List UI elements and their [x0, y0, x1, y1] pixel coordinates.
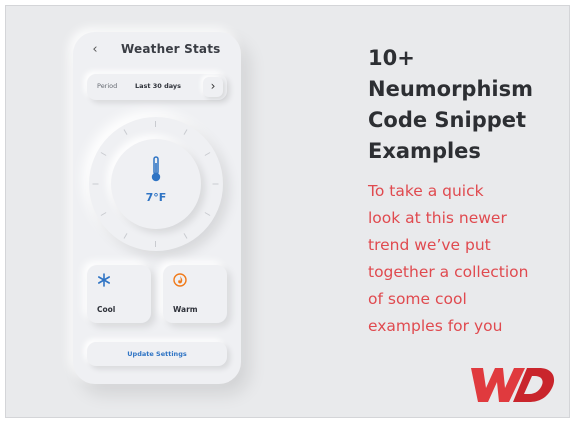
article-description: To take a quick look at this newer trend… [368, 178, 563, 340]
headline-line: Neumorphism [368, 77, 533, 101]
mode-cool-label: Cool [97, 305, 116, 314]
chevron-left-icon[interactable]: ‹ [87, 42, 103, 58]
headline-line: Examples [368, 139, 481, 163]
temperature-dial[interactable]: 7°F [89, 117, 223, 251]
mode-warm-label: Warm [173, 305, 198, 314]
description-line: trend we’ve put [368, 236, 491, 254]
period-selector[interactable]: Period Last 30 days › [87, 74, 227, 100]
description-line: look at this newer [368, 209, 507, 227]
headline-line: Code Snippet [368, 108, 527, 132]
thermometer-icon [151, 156, 161, 182]
temperature-value: 7°F [145, 191, 167, 204]
dial-tick [183, 129, 188, 135]
chevron-right-icon[interactable]: › [203, 77, 223, 97]
mode-warm-tile[interactable]: Warm [163, 265, 227, 323]
wd-logo [471, 368, 555, 402]
update-settings-button[interactable]: Update Settings [87, 342, 227, 366]
dial-tick [155, 121, 156, 127]
dial-tick [100, 212, 107, 216]
phone-title: Weather Stats [121, 42, 221, 56]
dial-tick [92, 183, 99, 185]
description-line: together a collection [368, 263, 529, 281]
period-value: Last 30 days [135, 82, 182, 90]
period-label: Period [97, 82, 118, 90]
description-line: To take a quick [368, 182, 484, 200]
dial-tick [123, 129, 128, 135]
snowflake-icon [97, 273, 110, 287]
temperature-display: 7°F [111, 139, 201, 229]
article-headline: 10+ Neumorphism Code Snippet Examples [368, 43, 558, 167]
phone-mockup: ‹ Weather Stats Period Last 30 days › 7°… [73, 32, 241, 384]
dial-tick [204, 212, 211, 216]
mode-cool-tile[interactable]: Cool [87, 265, 151, 323]
description-line: examples for you [368, 317, 503, 335]
description-line: of some cool [368, 290, 467, 308]
dial-tick [123, 233, 128, 239]
flame-icon [173, 273, 187, 287]
dial-tick [100, 152, 107, 156]
dial-tick [183, 233, 188, 239]
phone-header: ‹ Weather Stats [73, 40, 241, 62]
dial-tick [212, 183, 219, 185]
headline-line: 10+ [368, 46, 415, 70]
dial-tick [155, 241, 156, 247]
article-card: ‹ Weather Stats Period Last 30 days › 7°… [5, 5, 570, 418]
dial-tick [204, 152, 211, 156]
